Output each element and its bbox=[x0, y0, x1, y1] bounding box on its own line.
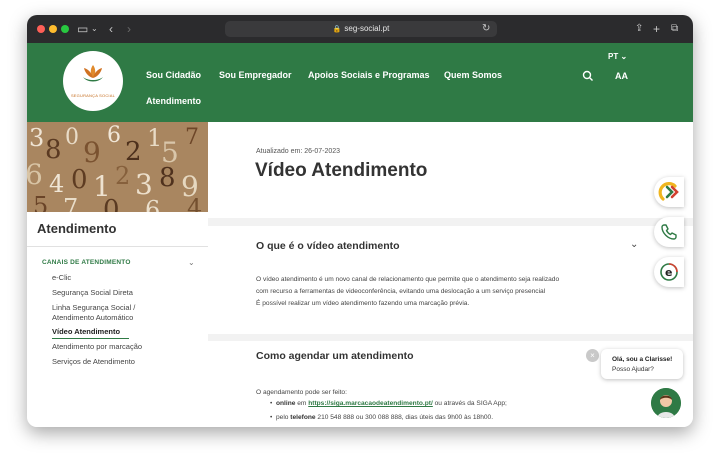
text: pelo bbox=[275, 414, 291, 421]
svg-text:6: 6 bbox=[145, 196, 160, 212]
accordion-section: O que é o vídeo atendimento ⌄ O vídeo at… bbox=[208, 226, 693, 334]
sidebar-title: Atendimento bbox=[37, 221, 117, 236]
main-content: Atualizado em: 26-07-2023 Vídeo Atendime… bbox=[208, 122, 693, 427]
url-text: seg-social.pt bbox=[344, 24, 390, 33]
chat-greeting: Olá, sou a Clarisse! bbox=[612, 356, 673, 363]
text-size-button[interactable]: AA bbox=[615, 71, 628, 81]
sidebar-item-e-clic[interactable]: e-Clic bbox=[52, 273, 71, 283]
share-icon[interactable]: ⇪ bbox=[635, 21, 643, 37]
sidebar-item-atendimento-por-marcacao[interactable]: Atendimento por marcação bbox=[52, 342, 142, 352]
sidebar-category[interactable]: CANAIS DE ATENDIMENTO bbox=[42, 259, 131, 266]
assistant-avatar-icon bbox=[651, 388, 681, 418]
svg-text:7: 7 bbox=[185, 125, 199, 150]
intro-text: O agendamento pode ser feito: bbox=[256, 389, 347, 396]
svg-text:8: 8 bbox=[45, 135, 62, 165]
chat-close-button[interactable]: × bbox=[586, 349, 599, 362]
svg-text:4: 4 bbox=[49, 170, 64, 198]
reload-icon[interactable]: ↻ bbox=[482, 21, 490, 37]
sidebar-item-servicos-de-atendimento[interactable]: Serviços de Atendimento bbox=[52, 357, 135, 367]
e-widget-button[interactable]: e bbox=[654, 257, 684, 287]
text: 210 548 888 ou 300 088 888, dias úteis d… bbox=[315, 414, 494, 421]
paragraph-line: com recurso a ferramentas de videoconfer… bbox=[256, 288, 546, 295]
bold-text: online bbox=[275, 400, 296, 407]
site-logo[interactable]: SEGURANÇA SOCIAL bbox=[63, 51, 123, 111]
siga-link[interactable]: https://siga.marcacaodeatendimento.pt/ bbox=[308, 400, 433, 407]
sidebar-item-linha-seguranca-social[interactable]: Linha Segurança Social / bbox=[52, 303, 135, 313]
chevron-down-icon[interactable]: ⌄ bbox=[188, 258, 195, 267]
sidebar-item-seguranca-social-direta[interactable]: Segurança Social Direta bbox=[52, 288, 133, 298]
svg-text:0: 0 bbox=[71, 165, 88, 195]
text: ou através da SIGA App; bbox=[432, 400, 507, 407]
sidebar-item-atendimento-automatico[interactable]: Atendimento Automático bbox=[52, 313, 133, 323]
sidebar-toggle-icon[interactable]: ▭ bbox=[77, 21, 88, 37]
svg-text:3: 3 bbox=[29, 124, 44, 152]
zoom-window-button[interactable] bbox=[61, 25, 69, 33]
svg-text:5: 5 bbox=[33, 192, 48, 212]
nav-quem-somos[interactable]: Quem Somos bbox=[444, 70, 502, 80]
page-title: Vídeo Atendimento bbox=[255, 160, 428, 181]
svg-text:2: 2 bbox=[115, 162, 130, 190]
svg-text:6: 6 bbox=[107, 123, 121, 148]
svg-text:7: 7 bbox=[63, 194, 78, 212]
svg-text:0: 0 bbox=[65, 125, 79, 150]
new-tab-icon[interactable]: + bbox=[653, 21, 660, 37]
paragraph: O vídeo atendimento é um novo canal de r… bbox=[256, 274, 656, 310]
text: em bbox=[295, 400, 309, 407]
svg-text:1: 1 bbox=[147, 124, 162, 152]
chevron-down-icon[interactable]: ⌄ bbox=[630, 239, 638, 250]
browser-toolbar: ▭ ⌄ ‹ › ▤ 🔒seg-social.pt ↻ ⇪ + ⧉ bbox=[27, 15, 693, 43]
language-selector[interactable]: PT ⌄ bbox=[608, 52, 627, 61]
updated-date: Atualizado em: 26-07-2023 bbox=[256, 148, 341, 155]
divider bbox=[27, 246, 208, 247]
lock-icon: 🔒 bbox=[332, 26, 342, 33]
site-header: SEGURANÇA SOCIAL Sou Cidadão Sou Emprega… bbox=[27, 43, 693, 122]
list-item: • pelo telefone 210 548 888 ou 300 088 8… bbox=[270, 414, 494, 421]
paragraph-line: É possível realizar um vídeo atendimento… bbox=[256, 300, 470, 307]
svg-text:8: 8 bbox=[159, 163, 176, 193]
chat-prompt: Posso Ajudar? bbox=[612, 366, 654, 373]
chevron-down-icon[interactable]: ⌄ bbox=[91, 21, 98, 37]
nav-sou-empregador[interactable]: Sou Empregador bbox=[219, 70, 292, 80]
lotus-logo-icon bbox=[83, 65, 103, 82]
e-clic-icon: e bbox=[660, 263, 678, 281]
minimize-window-button[interactable] bbox=[49, 25, 57, 33]
close-window-button[interactable] bbox=[37, 25, 45, 33]
hero-numbers-image: 3 8 0 9 6 2 1 5 7 6 4 0 1 2 3 8 9 5 7 0 bbox=[27, 122, 208, 212]
back-icon[interactable]: ‹ bbox=[109, 21, 113, 37]
siga-widget-button[interactable] bbox=[654, 177, 684, 207]
forward-icon[interactable]: › bbox=[127, 21, 131, 37]
phone-icon bbox=[661, 224, 677, 240]
accordion-header-o-que-e[interactable]: O que é o vídeo atendimento bbox=[256, 240, 400, 252]
chat-bubble[interactable]: Olá, sou a Clarisse! Posso Ajudar? bbox=[601, 349, 683, 379]
svg-text:6: 6 bbox=[27, 158, 43, 191]
chat-assistant-avatar[interactable] bbox=[651, 388, 681, 418]
title-card: Atualizado em: 26-07-2023 Vídeo Atendime… bbox=[208, 122, 693, 218]
phone-widget-button[interactable] bbox=[654, 217, 684, 247]
nav-sou-cidadao[interactable]: Sou Cidadão bbox=[146, 70, 201, 80]
siga-logo-icon bbox=[658, 182, 679, 201]
svg-text:e: e bbox=[665, 266, 672, 279]
section-title: Como agendar um atendimento bbox=[256, 350, 414, 362]
logo-text: SEGURANÇA SOCIAL bbox=[70, 93, 116, 98]
search-icon[interactable] bbox=[582, 70, 594, 82]
list-item: • online em https://siga.marcacaodeatend… bbox=[270, 400, 507, 407]
sidebar-item-video-atendimento[interactable]: Vídeo Atendimento bbox=[52, 327, 120, 337]
nav-atendimento[interactable]: Atendimento bbox=[146, 96, 201, 106]
svg-text:0: 0 bbox=[103, 195, 120, 212]
tabs-overview-icon[interactable]: ⧉ bbox=[671, 21, 678, 37]
browser-window: ▭ ⌄ ‹ › ▤ 🔒seg-social.pt ↻ ⇪ + ⧉ SEGURAN… bbox=[27, 15, 693, 427]
svg-text:4: 4 bbox=[187, 194, 202, 212]
nav-apoios-sociais[interactable]: Apoios Sociais e Programas bbox=[308, 70, 430, 80]
bold-text: telefone bbox=[290, 414, 316, 421]
paragraph-line: O vídeo atendimento é um novo canal de r… bbox=[256, 276, 560, 283]
address-bar[interactable]: 🔒 seg-social.pt bbox=[225, 21, 497, 37]
active-item-underline bbox=[52, 338, 129, 339]
